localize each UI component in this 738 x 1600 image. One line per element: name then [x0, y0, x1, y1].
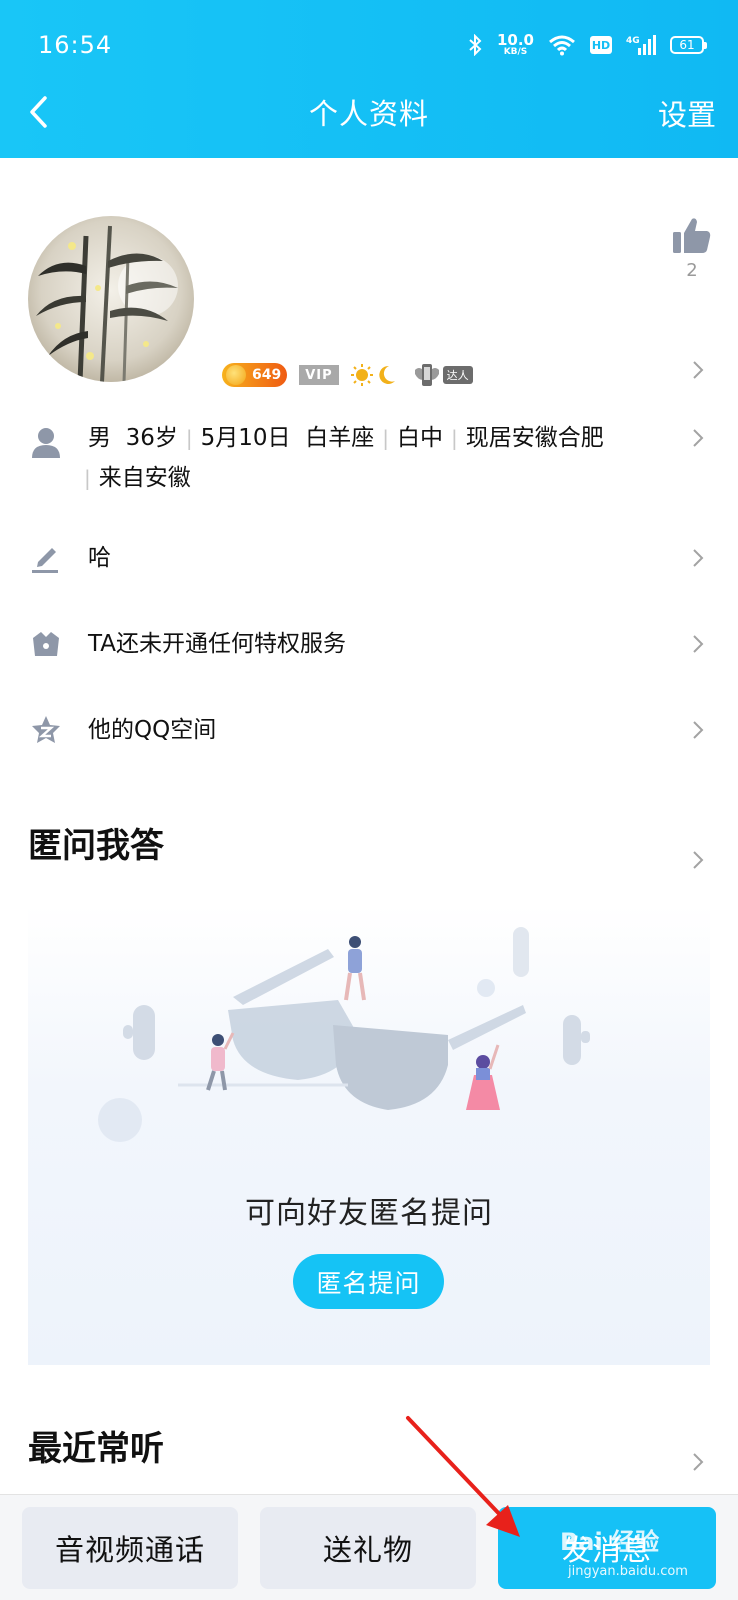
back-button[interactable] [18, 92, 58, 132]
settings-button[interactable]: 设置 [658, 92, 716, 134]
person-icon [32, 428, 60, 458]
like-button[interactable]: 2 [672, 216, 712, 281]
hd-icon: HD [590, 36, 612, 54]
chevron-right-icon[interactable] [688, 360, 708, 380]
chevron-right-icon [693, 635, 704, 653]
anonymous-ask-button[interactable]: 匿名提问 [293, 1254, 444, 1309]
vip-badge: VIP [299, 365, 339, 385]
header: 16:54 10.0 KB/S HD 4G 61 个人资料 设置 [0, 0, 738, 158]
baidu-watermark: Bai 经验 [560, 1528, 660, 1556]
winged-phone-icon [414, 364, 439, 386]
qzone-text: 他的QQ空间 [88, 717, 217, 743]
baidu-watermark-url: jingyan.baidu.com [568, 1564, 688, 1579]
coin-icon [226, 365, 246, 385]
thumbs-up-icon [673, 218, 711, 253]
anonymous-qa-title: 匿问我答 [28, 826, 164, 866]
anonymous-qa-prompt: 可向好友匿名提问 [245, 1196, 493, 1231]
like-count: 2 [686, 260, 698, 281]
recent-listen-title: 最近常听 [28, 1429, 164, 1469]
nav-bar: 个人资料 设置 [0, 84, 738, 140]
av-call-button[interactable]: 音视频通话 [22, 1507, 238, 1589]
chevron-right-icon [693, 429, 704, 447]
chevron-left-icon [30, 96, 47, 128]
page-title: 个人资料 [308, 97, 429, 131]
send-gift-button[interactable]: 送礼物 [260, 1507, 476, 1589]
info-row-basic[interactable]: 男 36岁 | 5月10日 白羊座 | 白中 | 现居安徽合肥 | 来自安徽 [0, 418, 738, 508]
crown-icon [33, 632, 59, 656]
avatar[interactable] [28, 216, 194, 382]
battery-icon: 61 [670, 36, 707, 54]
daren-badge: 达人 [409, 362, 477, 388]
status-icons: 10.0 KB/S HD 4G 61 [467, 31, 707, 57]
info-row-privilege[interactable]: TA还未开通任何特权服务 [0, 624, 738, 684]
badge-row[interactable]: 649 VIP 达人 [222, 360, 477, 390]
chevron-right-icon[interactable] [688, 850, 708, 870]
status-bar: 16:54 10.0 KB/S HD 4G 61 [38, 30, 707, 60]
chevron-right-icon [693, 721, 704, 739]
net-speed: 10.0 KB/S [496, 31, 534, 57]
sunglasses-illustration [98, 927, 590, 1142]
info-row-qzone[interactable]: 他的QQ空间 [0, 710, 738, 770]
svg-text:4G: 4G [626, 36, 640, 46]
info-row-signature[interactable]: 哈 [0, 538, 738, 598]
pencil-icon [32, 548, 58, 573]
status-time: 16:54 [38, 31, 113, 59]
chevron-right-icon[interactable] [688, 1452, 708, 1472]
anonymous-qa-card: 可向好友匿名提问 匿名提问 [28, 905, 710, 1365]
bluetooth-icon [469, 34, 482, 56]
privilege-text: TA还未开通任何特权服务 [88, 631, 346, 657]
level-badge: 649 [222, 363, 288, 387]
wifi-icon [549, 35, 575, 56]
signal-icon: 4G [626, 35, 656, 55]
sun-moon-icon [350, 364, 395, 386]
basic-info-text: 男 36岁 | 5月10日 白羊座 | 白中 | 现居安徽合肥 | 来自安徽 [84, 425, 604, 491]
bamboo-avatar-image [28, 216, 194, 382]
chevron-right-icon [693, 549, 704, 567]
signature-text: 哈 [88, 545, 111, 571]
qzone-star-icon [32, 716, 60, 743]
